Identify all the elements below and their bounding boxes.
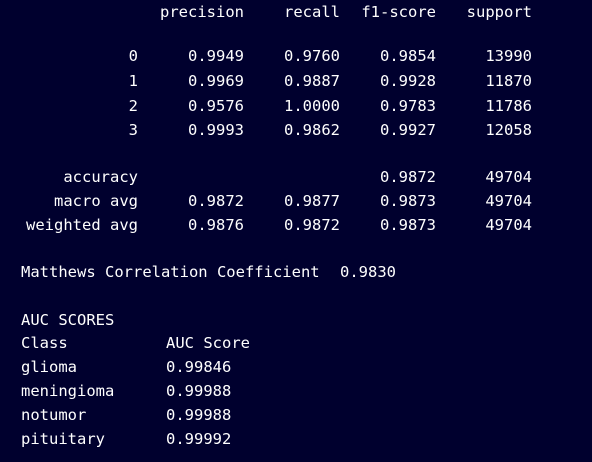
row-label: 1 [128,72,138,90]
precision-value: 0.9949 [188,47,244,65]
recall-value: 0.9877 [284,192,340,210]
auc-class-name: meningioma [21,382,115,400]
report-header-row: precision recall f1-score support [0,1,532,23]
precision-value: 0.9576 [188,97,244,115]
row-label: 0 [128,47,138,65]
f1-value: 0.9873 [380,216,436,234]
auc-score-value: 0.99988 [166,382,232,400]
mcc-line: Matthews Correlation Coefficient 0.9830 [0,261,396,283]
mcc-value: 0.9830 [340,263,396,281]
recall-value: 1.0000 [284,97,340,115]
auc-score-value: 0.99846 [166,358,232,376]
f1-value: 0.9872 [380,168,436,186]
header-support: support [466,3,532,21]
report-row-class-1: 1 0.9969 0.9887 0.9928 11870 [0,70,532,92]
precision-value: 0.9872 [188,192,244,210]
report-row-class-3: 3 0.9993 0.9862 0.9927 12058 [0,119,532,141]
report-row-class-2: 2 0.9576 1.0000 0.9783 11786 [0,95,532,117]
report-row-class-0: 0 0.9949 0.9760 0.9854 13990 [0,45,532,67]
auc-header-class: Class [21,334,68,352]
row-label: weighted avg [26,216,138,234]
support-value: 49704 [485,216,532,234]
recall-value: 0.9887 [284,72,340,90]
f1-value: 0.9873 [380,192,436,210]
precision-value: 0.9876 [188,216,244,234]
auc-row-meningioma: meningioma 0.99988 [0,380,231,402]
recall-value: 0.9862 [284,121,340,139]
auc-class-name: glioma [21,358,77,376]
f1-value: 0.9854 [380,47,436,65]
auc-row-notumor: notumor 0.99988 [0,404,231,426]
auc-header-score: AUC Score [166,334,250,352]
auc-row-pituitary: pituitary 0.99992 [0,428,231,450]
header-precision: precision [160,3,244,21]
recall-value: 0.9760 [284,47,340,65]
row-label: accuracy [63,168,138,186]
auc-header-row: Class AUC Score [0,332,250,354]
row-label: 3 [128,121,138,139]
support-value: 12058 [485,121,532,139]
support-value: 49704 [485,192,532,210]
support-value: 11786 [485,97,532,115]
auc-score-value: 0.99992 [166,430,232,448]
report-row-accuracy: accuracy 0.9872 49704 [0,166,532,188]
support-value: 49704 [485,168,532,186]
row-label: macro avg [54,192,138,210]
auc-row-glioma: glioma 0.99846 [0,356,231,378]
report-row-weighted-avg: weighted avg 0.9876 0.9872 0.9873 49704 [0,214,532,236]
mcc-label: Matthews Correlation Coefficient [21,263,320,281]
header-f1-score: f1-score [361,3,436,21]
auc-title-line: AUC SCORES [0,309,114,331]
support-value: 13990 [485,47,532,65]
report-row-macro-avg: macro avg 0.9872 0.9877 0.9873 49704 [0,190,532,212]
auc-title: AUC SCORES [21,311,115,329]
f1-value: 0.9783 [380,97,436,115]
f1-value: 0.9927 [380,121,436,139]
terminal-output: { "report": { "headers": ["precision", "… [0,0,592,462]
auc-class-name: pituitary [21,430,105,448]
precision-value: 0.9993 [188,121,244,139]
f1-value: 0.9928 [380,72,436,90]
row-label: 2 [128,97,138,115]
precision-value: 0.9969 [188,72,244,90]
header-recall: recall [284,3,340,21]
auc-score-value: 0.99988 [166,406,232,424]
recall-value: 0.9872 [284,216,340,234]
support-value: 11870 [485,72,532,90]
auc-class-name: notumor [21,406,87,424]
